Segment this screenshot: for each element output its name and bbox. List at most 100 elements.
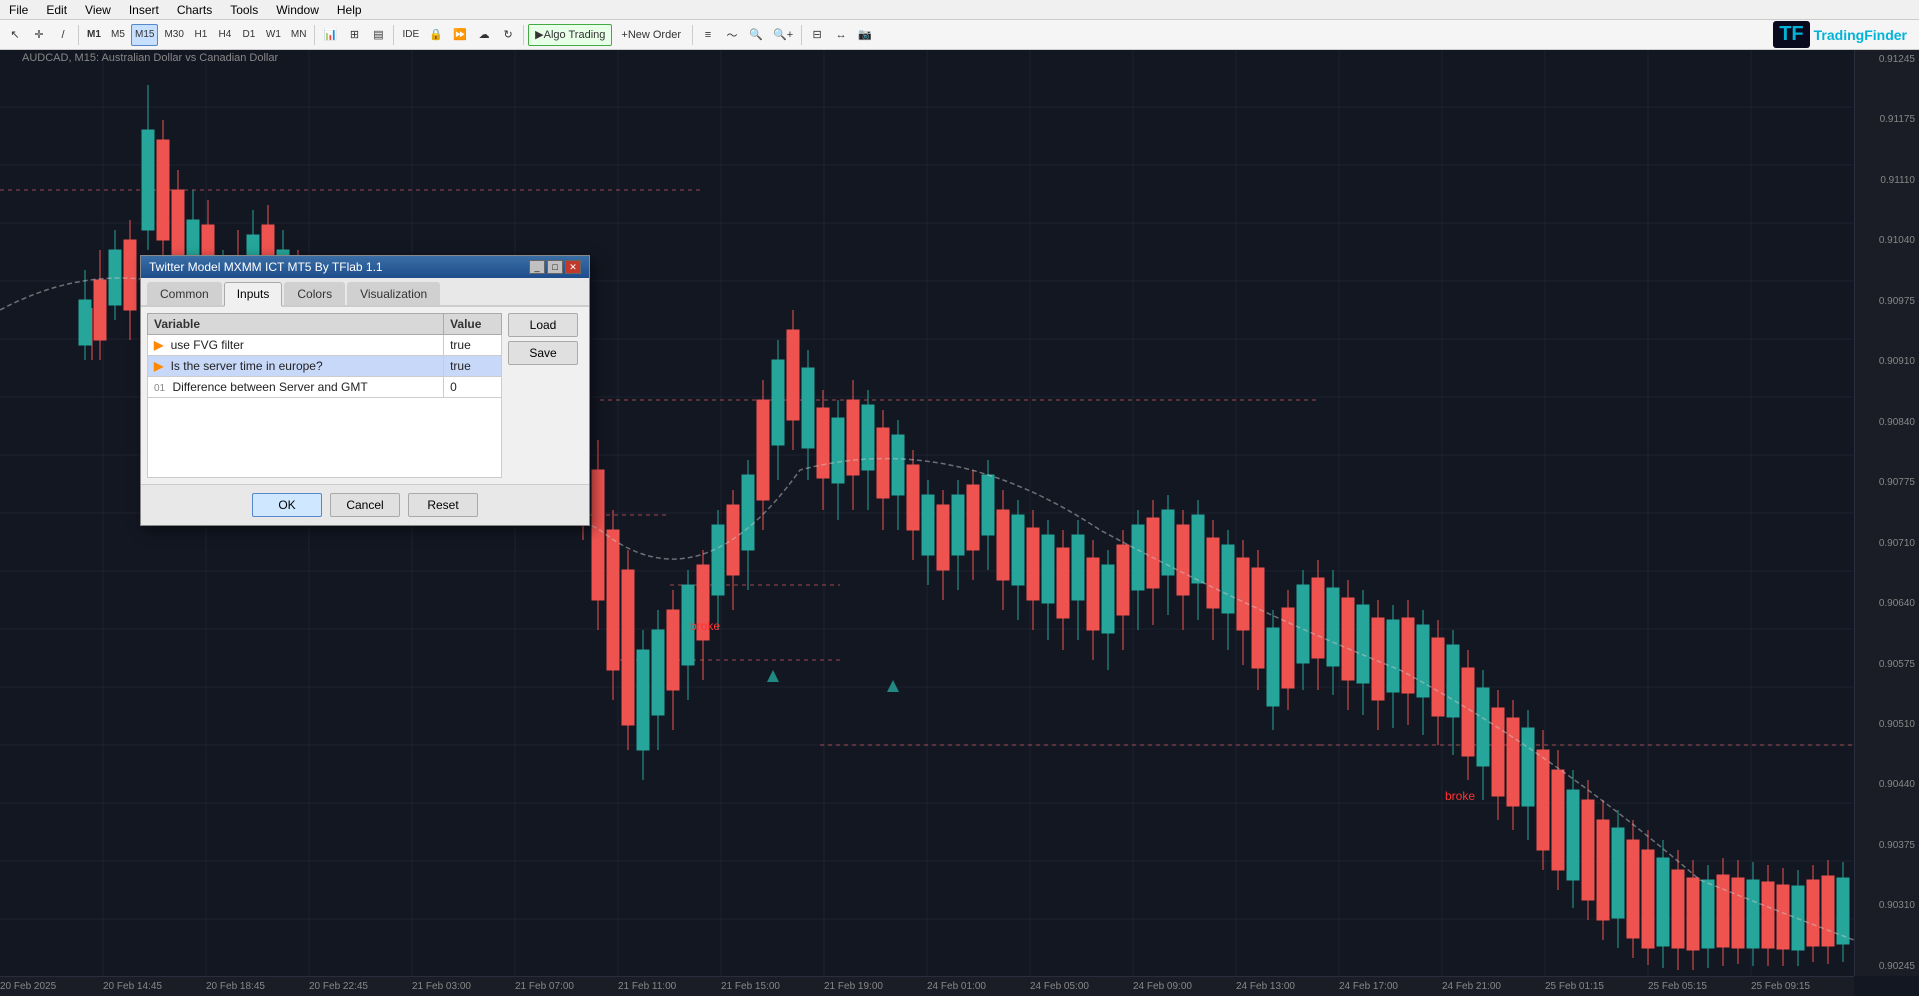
price-tick-8: 0.90775: [1859, 477, 1915, 488]
tf-d1[interactable]: D1: [238, 24, 260, 46]
menu-view[interactable]: View: [82, 2, 114, 18]
menu-file[interactable]: File: [6, 2, 31, 18]
time-tick-2: 20 Feb 14:45: [103, 981, 162, 992]
row3-value[interactable]: 0: [444, 377, 502, 398]
tf-h4[interactable]: H4: [214, 24, 236, 46]
indicator-dialog[interactable]: Twitter Model MXMM ICT MT5 By TFlab 1.1 …: [140, 255, 590, 526]
table-row[interactable]: ▶ Is the server time in europe? true: [148, 356, 502, 377]
maximize-button[interactable]: □: [547, 260, 563, 274]
row2-icon: ▶: [154, 359, 163, 373]
reset-button[interactable]: Reset: [408, 493, 478, 517]
price-tick-3: 0.91110: [1859, 175, 1915, 186]
time-tick-18: 25 Feb 09:15: [1751, 981, 1810, 992]
inputs-table: Variable Value ▶ use FVG filter: [147, 313, 502, 398]
menu-window[interactable]: Window: [273, 2, 322, 18]
time-axis: 20 Feb 2025 20 Feb 14:45 20 Feb 18:45 20…: [0, 976, 1854, 996]
menu-tools[interactable]: Tools: [227, 2, 261, 18]
inputs-table-container: Variable Value ▶ use FVG filter: [147, 313, 502, 478]
price-tick-4: 0.91040: [1859, 235, 1915, 246]
dialog-titlebar[interactable]: Twitter Model MXMM ICT MT5 By TFlab 1.1 …: [141, 256, 589, 278]
menu-charts[interactable]: Charts: [174, 2, 215, 18]
indicators-btn[interactable]: IDE: [398, 24, 423, 46]
cursor-tool[interactable]: ↖: [4, 24, 26, 46]
svg-text:broke: broke: [1445, 789, 1475, 803]
tf-mn[interactable]: MN: [287, 24, 311, 46]
time-tick-8: 21 Feb 15:00: [721, 981, 780, 992]
cancel-button[interactable]: Cancel: [330, 493, 400, 517]
tf-m5[interactable]: M5: [107, 24, 129, 46]
row3-variable: 01 Difference between Server and GMT: [148, 377, 444, 398]
grid-btn[interactable]: ⊞: [343, 24, 365, 46]
chart-label: AUDCAD, M15: Australian Dollar vs Canadi…: [22, 52, 278, 64]
tf-m30[interactable]: M30: [160, 24, 187, 46]
price-tick-16: 0.90245: [1859, 961, 1915, 972]
table-row[interactable]: ▶ use FVG filter true: [148, 335, 502, 356]
time-tick-3: 20 Feb 18:45: [206, 981, 265, 992]
toolbar-sep-6: [801, 25, 802, 45]
fwd-btn[interactable]: ⏩: [449, 24, 471, 46]
tab-common[interactable]: Common: [147, 282, 222, 305]
row1-variable-text: use FVG filter: [171, 338, 244, 352]
tf-m1[interactable]: M1: [83, 24, 105, 46]
price-tick-14: 0.90375: [1859, 840, 1915, 851]
new-order-label: New Order: [628, 29, 681, 41]
row1-icon: ▶: [154, 338, 163, 352]
zoom-in-btn[interactable]: 🔍+: [769, 24, 797, 46]
chart-type-btn[interactable]: 📊: [319, 24, 341, 46]
cross-tool[interactable]: ✛: [28, 24, 50, 46]
tab-inputs[interactable]: Inputs: [224, 282, 283, 307]
algo-trading-btn[interactable]: ▶ Algo Trading: [528, 24, 612, 46]
table-empty-area: [147, 398, 502, 478]
row2-value[interactable]: true: [444, 356, 502, 377]
dialog-titlebar-buttons: _ □ ✕: [529, 260, 581, 274]
screenshot-btn[interactable]: 📷: [854, 24, 876, 46]
ok-button[interactable]: OK: [252, 493, 322, 517]
menu-insert[interactable]: Insert: [126, 2, 162, 18]
minimize-button[interactable]: _: [529, 260, 545, 274]
save-button[interactable]: Save: [508, 341, 578, 365]
tradingfinder-area: TF TradingFinder: [1773, 21, 1915, 48]
toolbar-sep-4: [523, 25, 524, 45]
line-tool[interactable]: /: [52, 24, 74, 46]
time-tick-4: 20 Feb 22:45: [309, 981, 368, 992]
tf-icon: TF: [1773, 21, 1809, 48]
menu-bar: File Edit View Insert Charts Tools Windo…: [0, 0, 1919, 20]
tf-w1[interactable]: W1: [262, 24, 285, 46]
price-tick-15: 0.90310: [1859, 900, 1915, 911]
tf-brand-label: TradingFinder: [1814, 27, 1907, 43]
time-tick-14: 24 Feb 17:00: [1339, 981, 1398, 992]
row3-variable-text: Difference between Server and GMT: [172, 380, 367, 394]
price-tick-12: 0.90510: [1859, 719, 1915, 730]
col-value: Value: [444, 314, 502, 335]
toolbar-sep-1: [78, 25, 79, 45]
new-order-btn[interactable]: + New Order: [614, 24, 688, 46]
menu-help[interactable]: Help: [334, 2, 365, 18]
auto-scroll-btn[interactable]: ↔: [830, 24, 852, 46]
zoom-out-btn[interactable]: 🔍: [745, 24, 767, 46]
time-tick-1: 20 Feb 2025: [0, 981, 56, 992]
depth-btn[interactable]: ≡: [697, 24, 719, 46]
tab-visualization[interactable]: Visualization: [347, 282, 440, 305]
price-tick-11: 0.90575: [1859, 659, 1915, 670]
row1-variable: ▶ use FVG filter: [148, 335, 444, 356]
row2-variable: ▶ Is the server time in europe?: [148, 356, 444, 377]
cloud-btn[interactable]: ☁: [473, 24, 495, 46]
tab-colors[interactable]: Colors: [284, 282, 345, 305]
tf-h1[interactable]: H1: [190, 24, 212, 46]
tf-m15[interactable]: M15: [131, 24, 158, 46]
menu-edit[interactable]: Edit: [43, 2, 70, 18]
dialog-title: Twitter Model MXMM ICT MT5 By TFlab 1.1: [149, 260, 383, 274]
close-button[interactable]: ✕: [565, 260, 581, 274]
time-tick-10: 24 Feb 01:00: [927, 981, 986, 992]
grid2-btn[interactable]: ⊟: [806, 24, 828, 46]
row1-value[interactable]: true: [444, 335, 502, 356]
time-tick-12: 24 Feb 09:00: [1133, 981, 1192, 992]
table-row[interactable]: 01 Difference between Server and GMT 0: [148, 377, 502, 398]
load-button[interactable]: Load: [508, 313, 578, 337]
lock-btn[interactable]: 🔒: [425, 24, 447, 46]
osc-btn[interactable]: 〜: [721, 24, 743, 46]
row2-variable-text: Is the server time in europe?: [171, 359, 323, 373]
row3-icon: 01: [154, 383, 165, 394]
volume-btn[interactable]: ▤: [367, 24, 389, 46]
refresh-btn[interactable]: ↻: [497, 24, 519, 46]
